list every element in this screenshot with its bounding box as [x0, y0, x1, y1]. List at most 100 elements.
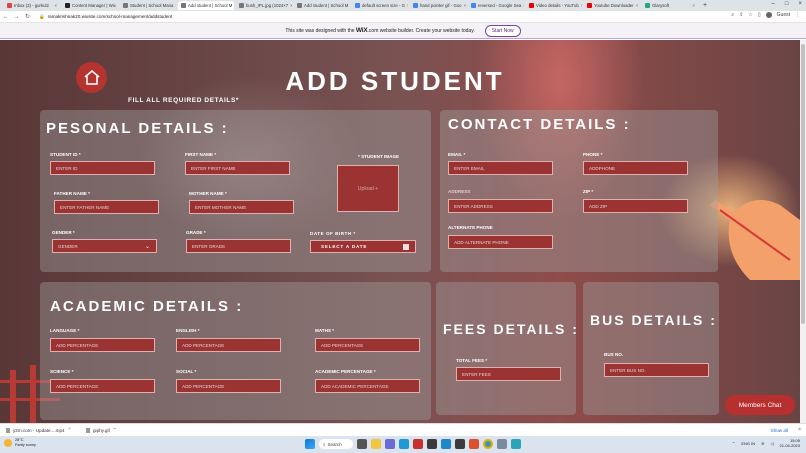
minimize-icon[interactable]: –	[772, 1, 775, 7]
back-icon[interactable]: ←	[0, 14, 11, 20]
image-icon	[239, 3, 244, 8]
taskbar-search[interactable]: ⌕ Search	[319, 439, 353, 449]
browser-tab[interactable]: Video details - YouTub×	[526, 1, 582, 10]
mother-name-input[interactable]: ENTER MOTHER NAME	[189, 200, 294, 214]
download-item[interactable]: giphy.gif ⌃	[86, 427, 154, 433]
close-icon[interactable]: ×	[116, 3, 119, 8]
student-id-input[interactable]: ENTER ID	[50, 161, 155, 175]
browser-tab[interactable]: Content Manager | Wix×	[62, 1, 118, 10]
alternate-phone-input[interactable]: ADD ALTERNATE PHONE	[448, 235, 553, 249]
close-icon[interactable]: ×	[405, 3, 408, 8]
share-icon[interactable]: ⇪	[739, 12, 743, 18]
chat-icon[interactable]	[385, 439, 395, 449]
browser-tab[interactable]: Youtube Downloader ×	[584, 1, 640, 10]
members-chat-button[interactable]: Members Chat	[725, 395, 795, 415]
student-image-upload[interactable]: Upload +	[337, 165, 399, 212]
browser-tab[interactable]: Inbox (3) - gurkul2 ×	[4, 1, 60, 10]
home-button[interactable]	[76, 62, 107, 93]
browser-tab[interactable]: default screen size - G×	[352, 1, 408, 10]
task-view-icon[interactable]	[357, 439, 367, 449]
close-icon[interactable]: ×	[52, 3, 57, 8]
father-name-input[interactable]: ENTER FATHER NAME	[54, 200, 159, 214]
maximize-icon[interactable]: □	[785, 1, 789, 7]
page-scrollbar[interactable]	[800, 40, 806, 423]
chevron-up-icon[interactable]: ⌃	[732, 441, 735, 446]
social-input[interactable]: ADD PERCENTAGE	[176, 379, 281, 393]
app-icon[interactable]	[413, 439, 423, 449]
app-icon[interactable]	[511, 439, 521, 449]
grade-input[interactable]: ENTER GRADE	[186, 239, 291, 253]
close-icon[interactable]: ×	[521, 3, 524, 8]
browser-tab[interactable]: Student | School Mana×	[120, 1, 176, 10]
start-now-button[interactable]: Start Now	[484, 24, 521, 37]
close-icon[interactable]: ×	[798, 427, 801, 433]
show-all-downloads-link[interactable]: Show all	[771, 428, 788, 433]
page-icon	[123, 3, 128, 8]
close-icon[interactable]: ×	[232, 3, 234, 8]
scrollbar-thumb[interactable]	[801, 44, 805, 324]
wix-banner: This site was designed with the WiX.com …	[0, 23, 806, 39]
dob-date-picker[interactable]: SELECT A DATE	[310, 240, 416, 253]
gender-select[interactable]: GENDER ⌄	[52, 239, 157, 253]
file-explorer-icon[interactable]	[371, 439, 381, 449]
language-input[interactable]: ADD PERCENTAGE	[50, 338, 155, 352]
browser-tab[interactable]: reversed - Google Sea×	[468, 1, 524, 10]
download-item[interactable]: y2m.com - Update....mp4 ⌃	[6, 427, 74, 433]
browser-tab-bar: Inbox (3) - gurkul2 × Content Manager | W…	[0, 0, 806, 11]
chrome-icon[interactable]	[483, 439, 493, 449]
windows-start-icon[interactable]	[305, 439, 315, 449]
close-window-icon[interactable]: ×	[798, 1, 802, 7]
browser-tab[interactable]: Glarysoft ×	[642, 1, 698, 10]
total-fees-input[interactable]: ENTER FEES	[456, 367, 561, 381]
browser-toolbar-right: ⌕ ⇪ ☆ ▯ Guest ⋮	[731, 12, 800, 18]
close-icon[interactable]: ×	[173, 3, 176, 8]
email-label: EMAIL *	[448, 152, 466, 157]
wifi-icon[interactable]: ≋	[761, 441, 764, 446]
browser-tab[interactable]: Add student | School M×	[294, 1, 350, 10]
address-input[interactable]: ENTER ADDRESS	[448, 199, 553, 213]
browser-tab[interactable]: bush_IPL.jpg (1024×7 ×	[236, 1, 292, 10]
url-field[interactable]: 🔒 ramakrishnak20.wixsite.com/school-mana…	[39, 14, 172, 20]
chevron-up-icon[interactable]: ⌃	[68, 427, 72, 433]
maths-input[interactable]: ADD PERCENTAGE	[315, 338, 420, 352]
first-name-input[interactable]: ENTER FIRST NAME	[185, 161, 290, 175]
reload-icon[interactable]: ↻	[22, 13, 33, 20]
forward-icon[interactable]: →	[11, 14, 22, 20]
zip-input[interactable]: ADD ZIP	[583, 199, 688, 213]
close-icon[interactable]: ×	[634, 3, 639, 8]
fees-details-panel	[436, 282, 576, 415]
settings-icon[interactable]	[497, 439, 507, 449]
app-icon[interactable]	[455, 439, 465, 449]
edge-icon[interactable]	[399, 439, 409, 449]
close-icon[interactable]: ×	[579, 3, 582, 8]
clock[interactable]: 15:05 21-04-2023	[780, 438, 800, 448]
zoom-icon[interactable]: ⌕	[731, 12, 734, 18]
lang-indicator[interactable]: ENG IN	[741, 441, 755, 446]
bus-no-input[interactable]: ENTER BUS NO.	[604, 363, 709, 377]
profile-avatar[interactable]	[765, 12, 772, 18]
app-icon[interactable]	[427, 439, 437, 449]
close-icon[interactable]: ×	[348, 3, 350, 8]
menu-icon[interactable]: ⋮	[795, 12, 800, 18]
email-input[interactable]: ENTER EMAIL	[448, 161, 553, 175]
lock-icon[interactable]: 🔒	[39, 14, 45, 20]
social-label: SOCIAL *	[176, 369, 197, 374]
browser-tab-active[interactable]: Add student | School M×	[178, 1, 234, 10]
close-icon[interactable]: ×	[690, 3, 695, 8]
weather-widget[interactable]: 28°C Partly sunny	[4, 438, 36, 447]
app-icon[interactable]	[441, 439, 451, 449]
guest-label[interactable]: Guest	[777, 12, 790, 18]
academic-percentage-input[interactable]: ADD ACADEMIC PERCENTAGE	[315, 379, 420, 393]
close-icon[interactable]: ×	[288, 3, 292, 8]
volume-icon[interactable]: ◁	[770, 441, 773, 446]
browser-tab[interactable]: hand pointer gif - Goo ×	[410, 1, 466, 10]
chevron-up-icon[interactable]: ⌃	[113, 427, 117, 433]
english-input[interactable]: ADD PERCENTAGE	[176, 338, 281, 352]
science-input[interactable]: ADD PERCENTAGE	[50, 379, 155, 393]
phone-input[interactable]: ADDPHONE	[583, 161, 688, 175]
bookmark-icon[interactable]: ☆	[748, 12, 752, 18]
close-icon[interactable]: ×	[462, 3, 466, 8]
new-tab-button[interactable]: +	[703, 2, 707, 9]
brave-icon[interactable]	[469, 439, 479, 449]
sidebar-icon[interactable]: ▯	[758, 12, 761, 18]
